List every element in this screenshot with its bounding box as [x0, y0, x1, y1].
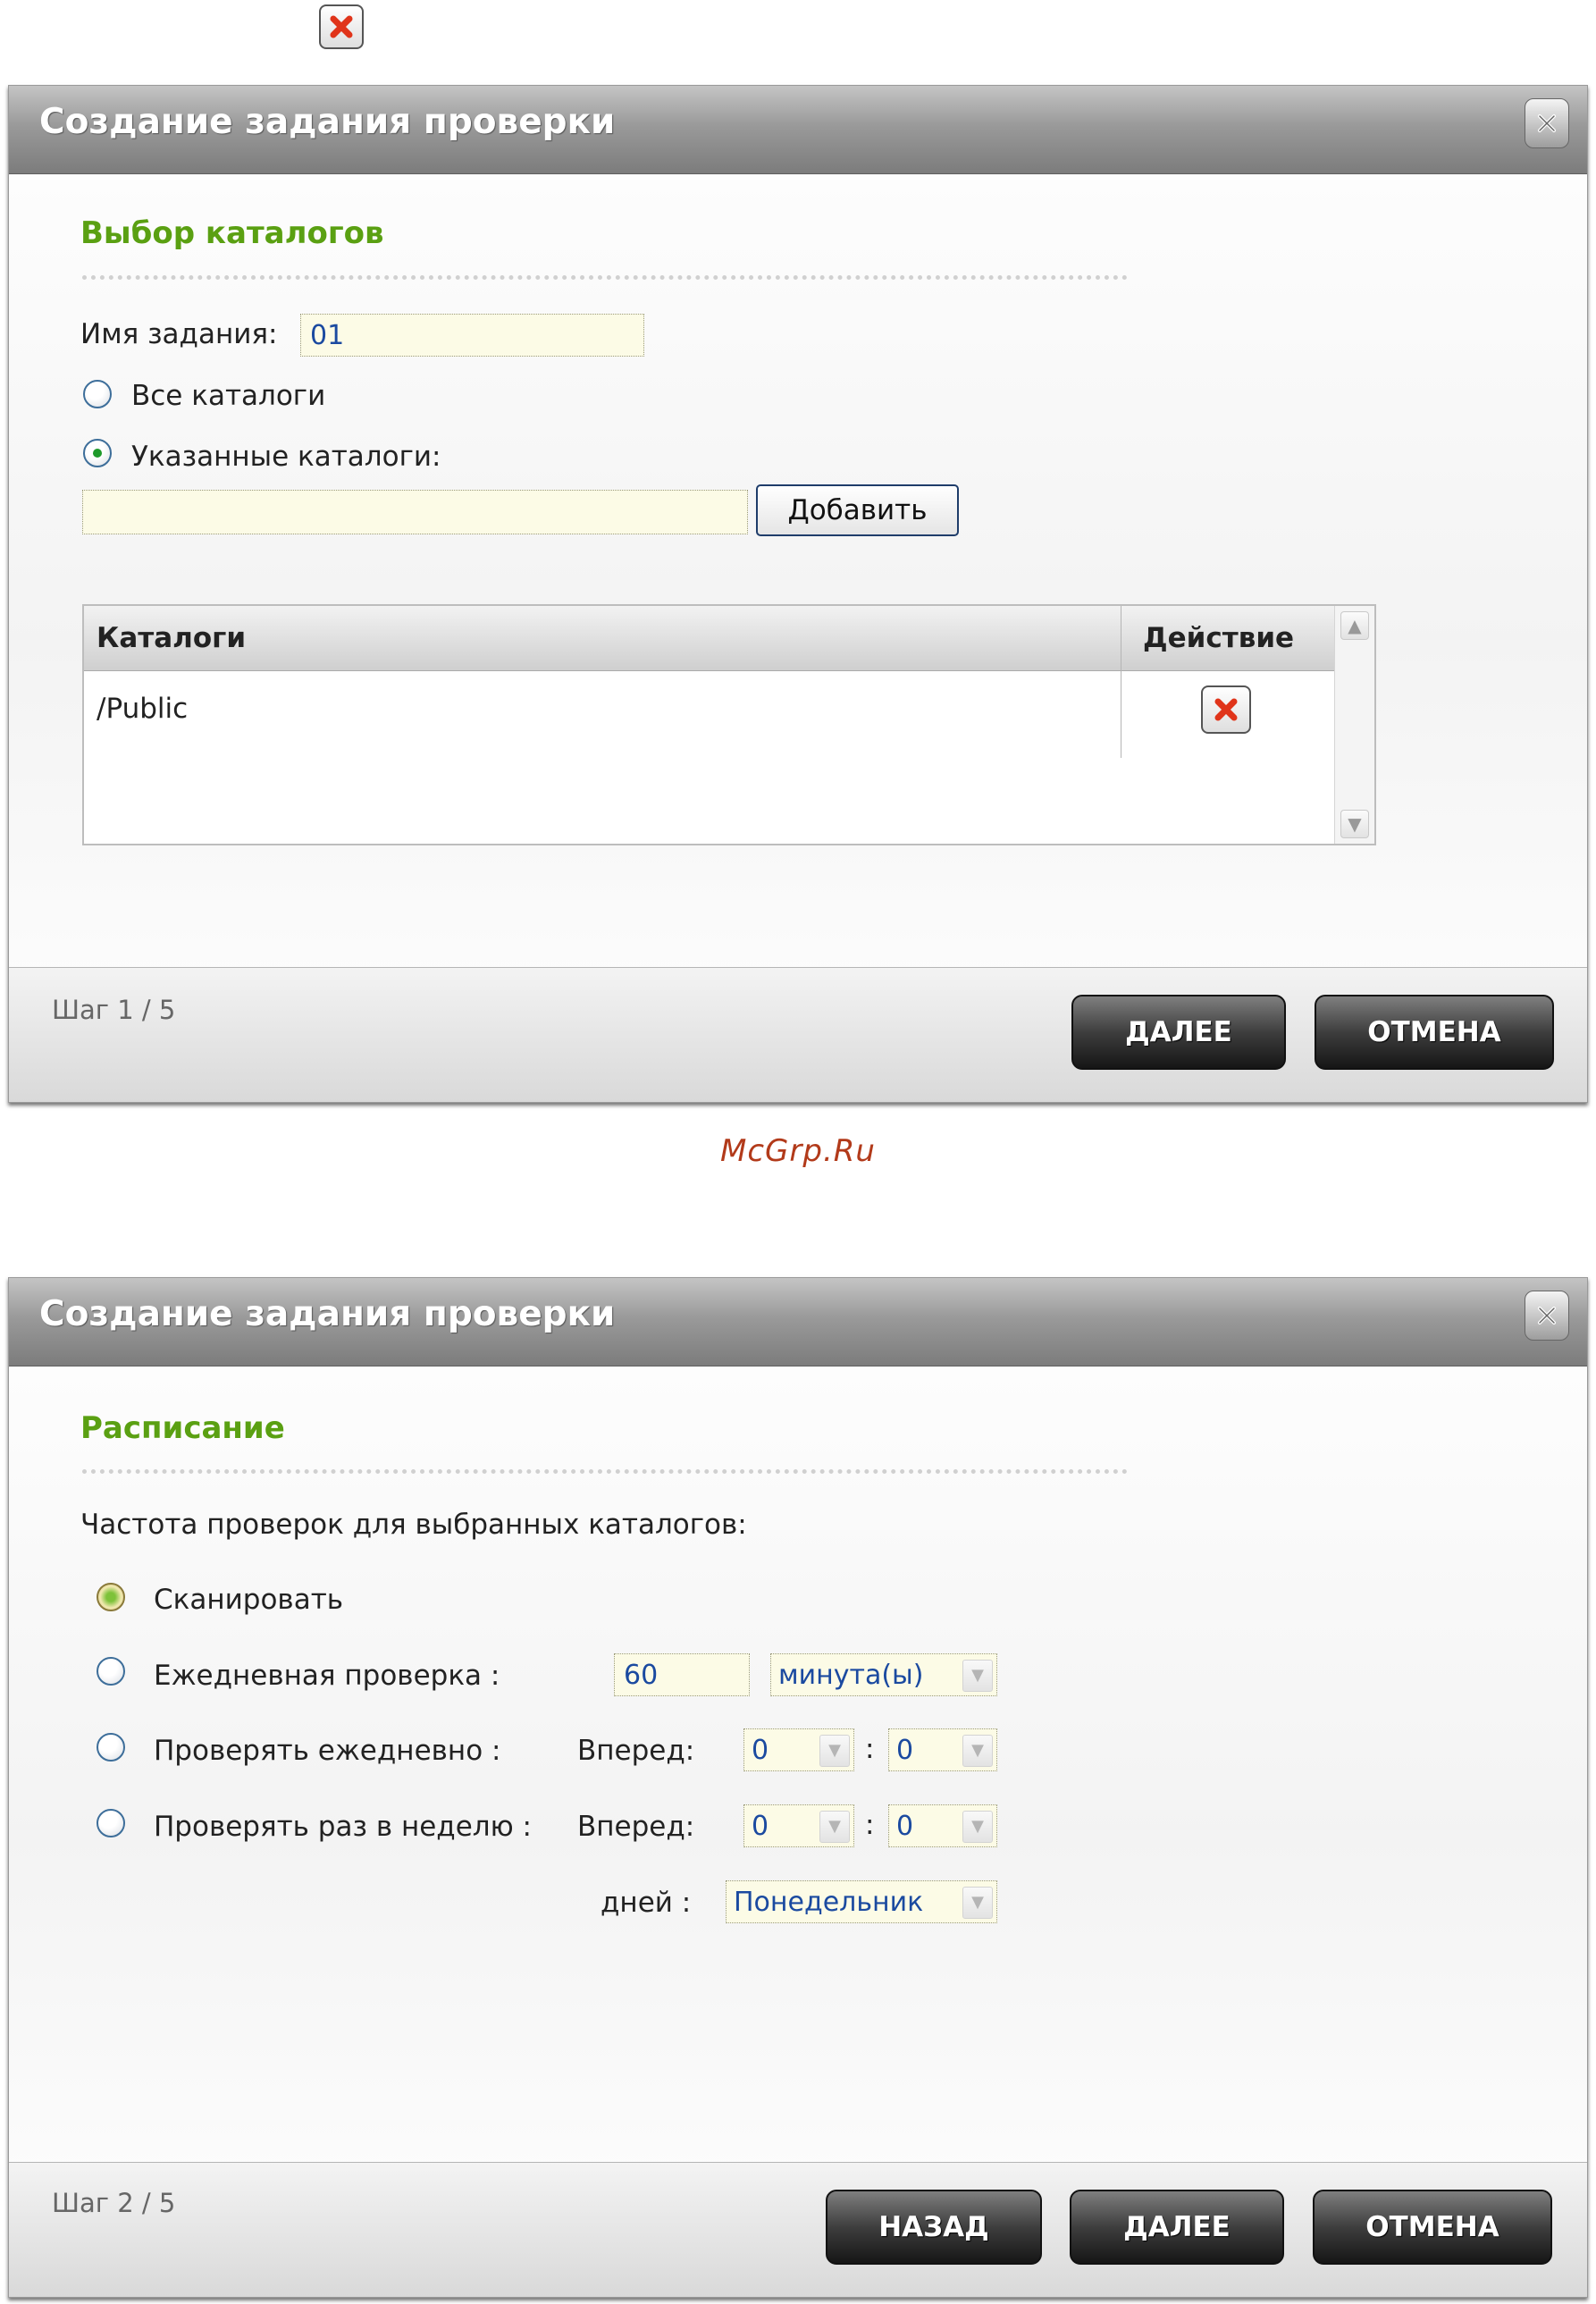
- dialog-footer: Шаг 1 / 5 ДАЛЕЕ ОТМЕНА: [9, 967, 1587, 1102]
- day-label: дней :: [601, 1887, 692, 1919]
- time-colon: :: [865, 1809, 875, 1841]
- daily-hour-select[interactable]: 0 ▼: [743, 1728, 854, 1771]
- chevron-down-icon: ▼: [819, 1811, 850, 1843]
- add-button[interactable]: Добавить: [756, 484, 959, 536]
- table-row: /Public: [84, 671, 1335, 756]
- next-button[interactable]: ДАЛЕЕ: [1071, 995, 1286, 1070]
- folder-path-input[interactable]: [82, 490, 748, 534]
- section-title: Выбор каталогов: [80, 215, 384, 251]
- daily-minute-select[interactable]: 0 ▼: [888, 1728, 997, 1771]
- interval-unit-value: минута(ы): [778, 1660, 924, 1691]
- daily-hour-value: 0: [752, 1735, 769, 1766]
- check-daily-label: Проверять ежедневно :: [154, 1735, 501, 1767]
- step-indicator: Шаг 2 / 5: [52, 2188, 176, 2218]
- specified-folders-label: Указанные каталоги:: [131, 441, 441, 473]
- chevron-down-icon: ▼: [819, 1735, 850, 1767]
- scroll-down-icon[interactable]: ▼: [1340, 810, 1369, 838]
- weekly-minute-value: 0: [896, 1811, 914, 1842]
- chevron-down-icon: ▼: [962, 1811, 993, 1843]
- step-indicator: Шаг 1 / 5: [52, 995, 176, 1025]
- frequency-label: Частота проверок для выбранных каталогов…: [80, 1509, 747, 1541]
- interval-unit-select[interactable]: минута(ы) ▼: [770, 1653, 997, 1696]
- job-name-label: Имя задания:: [80, 318, 278, 350]
- ahead-label: Вперед:: [577, 1735, 695, 1767]
- all-folders-radio[interactable]: [83, 380, 112, 408]
- check-weekly-radio[interactable]: [97, 1809, 125, 1837]
- chevron-down-icon: ▼: [962, 1660, 993, 1692]
- chevron-down-icon: ▼: [962, 1887, 993, 1919]
- check-weekly-label: Проверять раз в неделю :: [154, 1811, 532, 1843]
- dialog-titlebar: Создание задания проверки: [9, 1278, 1587, 1366]
- scan-label: Сканировать: [154, 1584, 344, 1616]
- daily-check-radio[interactable]: [97, 1657, 125, 1686]
- weekly-hour-value: 0: [752, 1811, 769, 1842]
- watermark: McGrp.Ru: [720, 1133, 876, 1169]
- back-button[interactable]: НАЗАД: [826, 2190, 1042, 2265]
- scan-radio[interactable]: [97, 1583, 125, 1611]
- scroll-up-icon[interactable]: ▲: [1340, 611, 1369, 640]
- section-title: Расписание: [80, 1410, 285, 1446]
- vertical-scrollbar[interactable]: ▲ ▼: [1334, 606, 1374, 844]
- create-scan-job-dialog-step1: Создание задания проверки Выбор каталого…: [8, 85, 1588, 1103]
- job-name-input[interactable]: [300, 314, 644, 357]
- close-icon[interactable]: [1525, 98, 1569, 148]
- create-scan-job-dialog-step2: Создание задания проверки Расписание Час…: [8, 1277, 1588, 2298]
- delete-icon: [319, 4, 364, 49]
- weekly-minute-select[interactable]: 0 ▼: [888, 1804, 997, 1847]
- cancel-button[interactable]: ОТМЕНА: [1315, 995, 1554, 1070]
- next-button[interactable]: ДАЛЕЕ: [1070, 2190, 1284, 2265]
- folders-table: Каталоги Действие /Public ▲ ▼: [82, 604, 1376, 845]
- dialog-title: Создание задания проверки: [39, 1294, 616, 1334]
- weekday-select[interactable]: Понедельник ▼: [726, 1880, 997, 1923]
- all-folders-label: Все каталоги: [131, 380, 326, 412]
- cancel-button[interactable]: ОТМЕНА: [1313, 2190, 1552, 2265]
- table-header: Каталоги Действие: [84, 606, 1335, 671]
- daily-check-label: Ежедневная проверка :: [154, 1660, 500, 1692]
- weekly-hour-select[interactable]: 0 ▼: [743, 1804, 854, 1847]
- check-daily-radio[interactable]: [97, 1733, 125, 1762]
- chevron-down-icon: ▼: [962, 1735, 993, 1767]
- dialog-titlebar: Создание задания проверки: [9, 86, 1587, 174]
- dialog-title: Создание задания проверки: [39, 102, 616, 142]
- close-icon[interactable]: [1525, 1291, 1569, 1341]
- dialog-footer: Шаг 2 / 5 НАЗАД ДАЛЕЕ ОТМЕНА: [9, 2162, 1587, 2297]
- folder-cell: /Public: [97, 693, 189, 725]
- column-header-folders: Каталоги: [97, 622, 247, 654]
- divider: [82, 275, 1128, 280]
- interval-input[interactable]: [614, 1653, 750, 1696]
- divider: [82, 1469, 1128, 1474]
- specified-folders-radio[interactable]: [83, 439, 112, 467]
- ahead-label: Вперед:: [577, 1811, 695, 1843]
- delete-icon[interactable]: [1201, 685, 1251, 734]
- time-colon: :: [865, 1733, 875, 1765]
- weekday-value: Понедельник: [734, 1887, 924, 1918]
- daily-minute-value: 0: [896, 1735, 914, 1766]
- column-header-action: Действие: [1143, 622, 1295, 654]
